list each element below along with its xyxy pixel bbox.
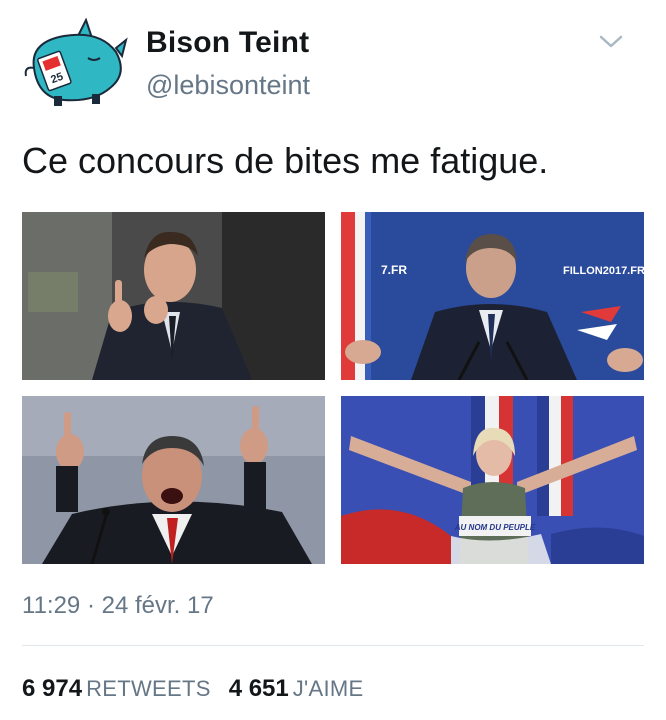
media-grid: 7.FR FILLON2017.FR AU NOM DU PEUPLE	[22, 212, 644, 564]
bison-avatar-icon[interactable]: 25	[20, 17, 128, 110]
tweet-header: 25 Bison Teint @lebisonteint	[0, 0, 666, 120]
photo-man-shouting-fingers-raised[interactable]	[22, 396, 325, 564]
tweet-timestamp[interactable]: 11:29 · 24 févr. 17	[22, 592, 214, 620]
retweets-label[interactable]: RETWEETS	[86, 676, 211, 701]
photo-woman-arms-outstretched[interactable]: AU NOM DU PEUPLE	[341, 396, 644, 564]
photo-man-at-podium[interactable]: 7.FR FILLON2017.FR	[341, 212, 644, 380]
podium-text: AU NOM DU PEUPLE	[454, 523, 536, 532]
author-handle[interactable]: @lebisonteint	[146, 70, 310, 101]
sign-left: 7.FR	[381, 263, 407, 277]
tweet-text: Ce concours de bites me fatigue.	[22, 140, 549, 181]
chevron-down-icon[interactable]	[598, 34, 624, 50]
author-name[interactable]: Bison Teint	[146, 26, 309, 60]
sign-right: FILLON2017.FR	[563, 265, 644, 277]
photo-man-pointing-finger[interactable]	[22, 212, 325, 380]
divider	[22, 645, 644, 646]
retweets-count[interactable]: 6 974	[22, 675, 82, 702]
tweet-stats: 6 974 RETWEETS 4 651 J'AIME	[22, 675, 364, 703]
likes-count[interactable]: 4 651	[229, 675, 289, 702]
likes-label[interactable]: J'AIME	[293, 676, 364, 701]
